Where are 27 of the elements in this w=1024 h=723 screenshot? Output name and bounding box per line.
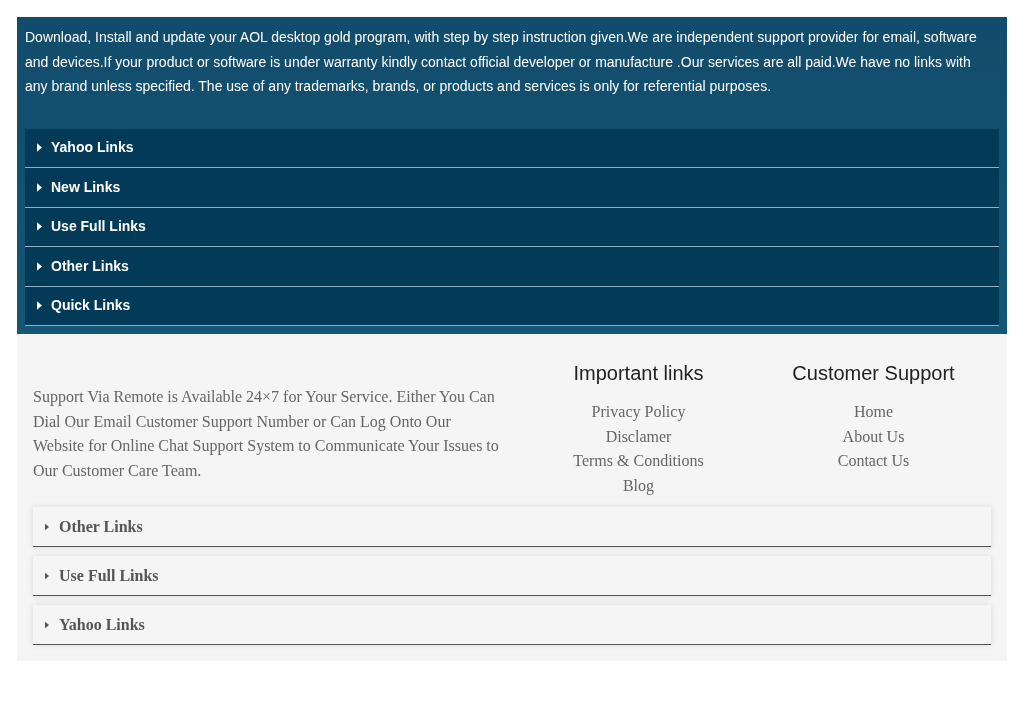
disclaimer-text: Download, Install and update your AOL desktop gold program, with step by step instruction given.We are independent support provider for email, software and devices.If your product or software is under warranty kindly contact official developer or manufacture .Our services are all paid.We have no links with any brand unless specified. The use of any trademarks, brands, or products and services is only for referential purposes. — [25, 28, 978, 96]
footer-column-heading: Customer Support — [792, 361, 955, 386]
caret-icon — [45, 522, 49, 531]
accordion-header[interactable]: Yahoo Links — [33, 605, 991, 645]
caret-icon — [37, 222, 42, 232]
accordion-header[interactable]: Yahoo Links — [25, 128, 999, 168]
caret-icon — [37, 143, 42, 153]
caret-icon — [37, 261, 42, 271]
footer-column-heading: Important links — [573, 361, 704, 386]
accordion-header[interactable]: Other Links — [33, 507, 991, 547]
accordion-header[interactable]: Use Full Links — [25, 207, 999, 247]
accordion-header[interactable]: New Links — [25, 168, 999, 208]
footer-link[interactable]: Terms & Conditions — [573, 449, 704, 474]
accordion-header[interactable]: Use Full Links — [33, 556, 991, 596]
footer-link[interactable]: Blog — [622, 473, 655, 498]
caret-icon — [45, 620, 49, 629]
caret-icon — [37, 301, 42, 311]
footer-link[interactable]: Disclamer — [605, 424, 672, 449]
accordion-header[interactable]: Other Links — [25, 247, 999, 287]
footer-link[interactable]: Contact Us — [837, 449, 910, 474]
footer-about-text: Support Via Remote is Available 24×7 for Your Service. Either You Can Dial Our Email Customer Support Number or Can Log Onto Our Website for Online Chat Support System to Communicate Your Issues to Our Customer Care Team. — [33, 387, 500, 481]
footer-link[interactable]: Home — [853, 400, 894, 425]
caret-icon — [45, 571, 49, 580]
caret-icon — [37, 182, 42, 192]
accordion-header[interactable]: Quick Links — [25, 286, 999, 326]
footer-link[interactable]: About Us — [842, 424, 905, 449]
footer-link[interactable]: Privacy Policy — [591, 400, 686, 425]
